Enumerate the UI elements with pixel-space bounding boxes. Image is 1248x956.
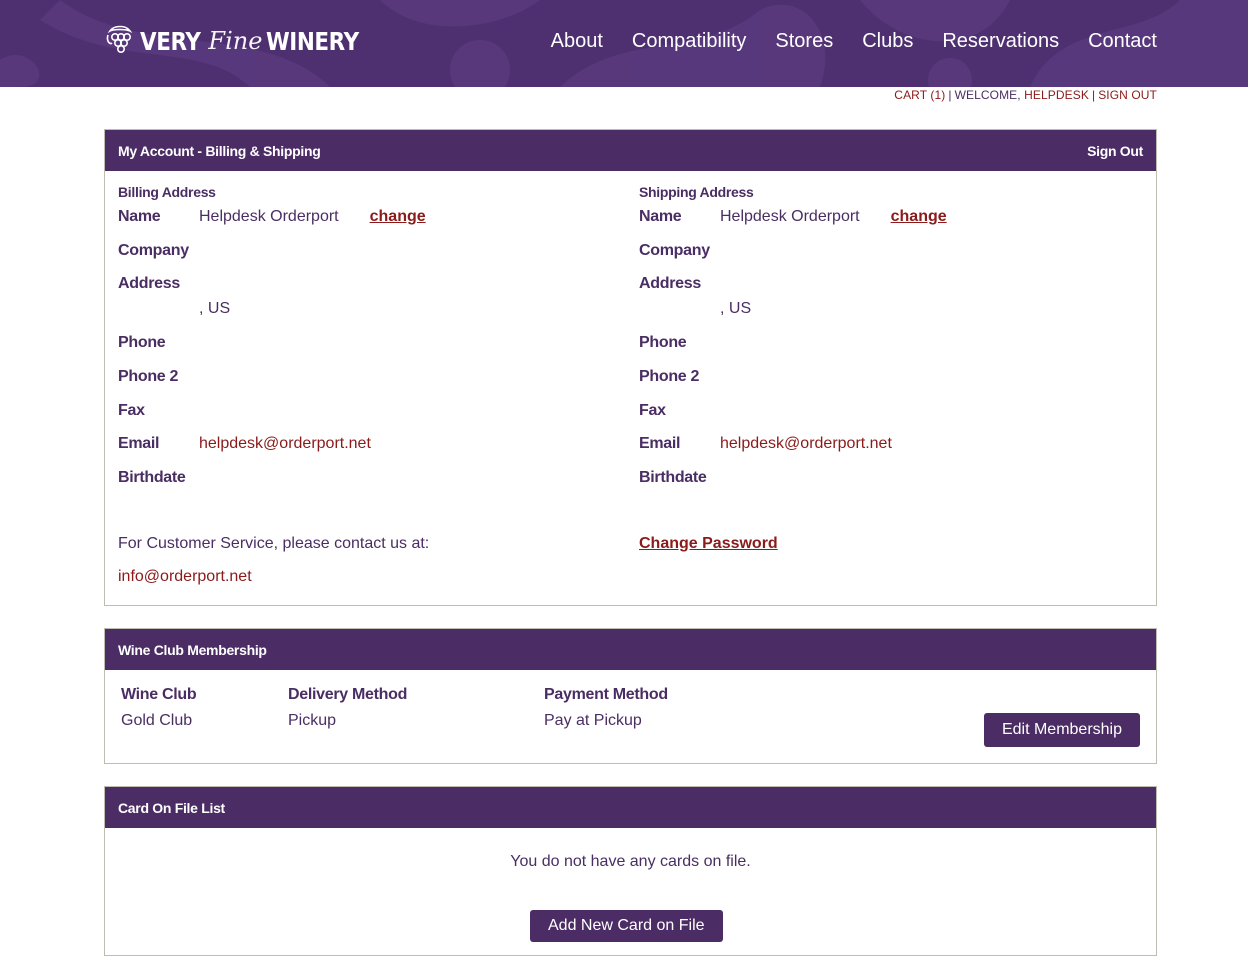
shipping-address-row: Address — [639, 275, 720, 293]
cards-panel-header: Card On File List — [105, 787, 1156, 828]
shipping-email-label: Email — [639, 435, 681, 452]
nav-contact[interactable]: Contact — [1088, 28, 1157, 54]
shipping-fax-row: Fax — [639, 402, 720, 420]
club-value-delivery: Pickup — [288, 712, 337, 729]
billing-birthdate-row: Birthdate — [118, 469, 199, 487]
shipping-company-row: Company — [639, 242, 720, 260]
club-column-payment: Payment Method Pay at Pickup — [544, 686, 668, 730]
billing-email-label: Email — [118, 435, 160, 452]
site-logo[interactable]: VERY Fine WINERY — [104, 22, 374, 60]
shipping-birthdate-label: Birthdate — [639, 469, 707, 486]
cards-panel-title: Card On File List — [118, 799, 225, 816]
nav-reservations[interactable]: Reservations — [942, 28, 1059, 54]
club-header-delivery: Delivery Method — [288, 686, 408, 703]
panel-signout-link[interactable]: Sign Out — [1087, 143, 1143, 159]
shipping-address-value: , US — [720, 300, 752, 317]
billing-name-label: Name — [118, 208, 161, 225]
billing-shipping-panel: My Account - Billing & Shipping Sign Out… — [104, 129, 1157, 606]
billing-fax-label: Fax — [118, 402, 145, 419]
customer-service-email-link[interactable]: info@orderport.net — [118, 568, 252, 586]
cart-link[interactable]: CART (1) — [894, 88, 945, 102]
welcome-text: WELCOME, — [954, 88, 1021, 102]
shipping-email-link[interactable]: helpdesk@orderport.net — [720, 435, 892, 453]
shipping-address-label: Address — [639, 275, 701, 292]
billing-company-label: Company — [118, 242, 189, 259]
add-card-button[interactable]: Add New Card on File — [530, 910, 723, 942]
shipping-address-title: Shipping Address — [639, 184, 754, 200]
nav-clubs[interactable]: Clubs — [862, 28, 913, 54]
utility-bar: CART (1) | WELCOME, HELPDESK | SIGN OUT — [894, 88, 1157, 102]
club-value-wine-club: Gold Club — [121, 712, 193, 729]
shipping-name-row: Name Helpdesk Orderport change — [639, 208, 947, 226]
user-link[interactable]: HELPDESK — [1024, 88, 1089, 102]
separator: | — [948, 88, 952, 102]
nav-stores[interactable]: Stores — [775, 28, 833, 54]
club-column-delivery: Delivery Method Pickup — [288, 686, 407, 730]
wine-club-panel: Wine Club Membership Wine Club Gold Club… — [104, 628, 1157, 764]
logo-word-winery: WINERY — [266, 26, 360, 56]
shipping-email-row: Email helpdesk@orderport.net — [639, 435, 892, 453]
logo-word-fine: Fine — [208, 27, 263, 55]
edit-membership-button[interactable]: Edit Membership — [983, 713, 1140, 747]
billing-phone-row: Phone — [118, 334, 199, 352]
customer-service-text: For Customer Service, please contact us … — [118, 535, 430, 552]
billing-name-value: Helpdesk Orderport — [199, 208, 339, 225]
nav-about[interactable]: About — [551, 28, 603, 54]
club-header-wine-club: Wine Club — [121, 686, 197, 703]
billing-email-row: Email helpdesk@orderport.net — [118, 435, 371, 453]
billing-phone2-row: Phone 2 — [118, 368, 199, 386]
billing-change-link[interactable]: change — [370, 208, 426, 226]
shipping-fax-label: Fax — [639, 402, 666, 419]
billing-fax-row: Fax — [118, 402, 199, 420]
billing-address-value: , US — [199, 300, 231, 317]
billing-email-link[interactable]: helpdesk@orderport.net — [199, 435, 371, 453]
logo-word-very: VERY — [140, 26, 201, 56]
shipping-phone-label: Phone — [639, 334, 687, 351]
shipping-change-link[interactable]: change — [891, 208, 947, 226]
billing-address-row: Address — [118, 275, 199, 293]
shipping-name-value: Helpdesk Orderport — [720, 208, 860, 225]
club-header-payment: Payment Method — [544, 686, 668, 703]
billing-name-row: Name Helpdesk Orderport change — [118, 208, 426, 226]
grape-icon — [106, 25, 133, 53]
club-value-payment: Pay at Pickup — [544, 712, 642, 729]
club-panel-title: Wine Club Membership — [118, 641, 267, 658]
billing-address-title: Billing Address — [118, 184, 216, 200]
change-password-link[interactable]: Change Password — [639, 535, 778, 553]
billing-panel-header: My Account - Billing & Shipping Sign Out — [105, 130, 1156, 171]
billing-company-row: Company — [118, 242, 199, 260]
billing-panel-title: My Account - Billing & Shipping — [118, 142, 321, 159]
billing-phone-label: Phone — [118, 334, 166, 351]
club-column-wine-club: Wine Club Gold Club — [121, 686, 197, 730]
shipping-phone2-row: Phone 2 — [639, 368, 720, 386]
util-signout-link[interactable]: SIGN OUT — [1098, 88, 1157, 102]
shipping-birthdate-row: Birthdate — [639, 469, 720, 487]
shipping-phone2-label: Phone 2 — [639, 368, 700, 385]
billing-birthdate-label: Birthdate — [118, 469, 186, 486]
shipping-name-label: Name — [639, 208, 682, 225]
main-nav: About Compatibility Stores Clubs Reserva… — [522, 28, 1157, 54]
shipping-phone-row: Phone — [639, 334, 720, 352]
card-on-file-panel: Card On File List You do not have any ca… — [104, 786, 1157, 956]
club-panel-header: Wine Club Membership — [105, 629, 1156, 670]
nav-compatibility[interactable]: Compatibility — [632, 28, 746, 54]
billing-phone2-label: Phone 2 — [118, 368, 179, 385]
no-cards-message: You do not have any cards on file. — [510, 853, 751, 870]
separator: | — [1091, 88, 1096, 102]
site-header: VERY Fine WINERY About Compatibility Sto… — [0, 0, 1248, 87]
billing-address-label: Address — [118, 275, 180, 292]
shipping-company-label: Company — [639, 242, 710, 259]
